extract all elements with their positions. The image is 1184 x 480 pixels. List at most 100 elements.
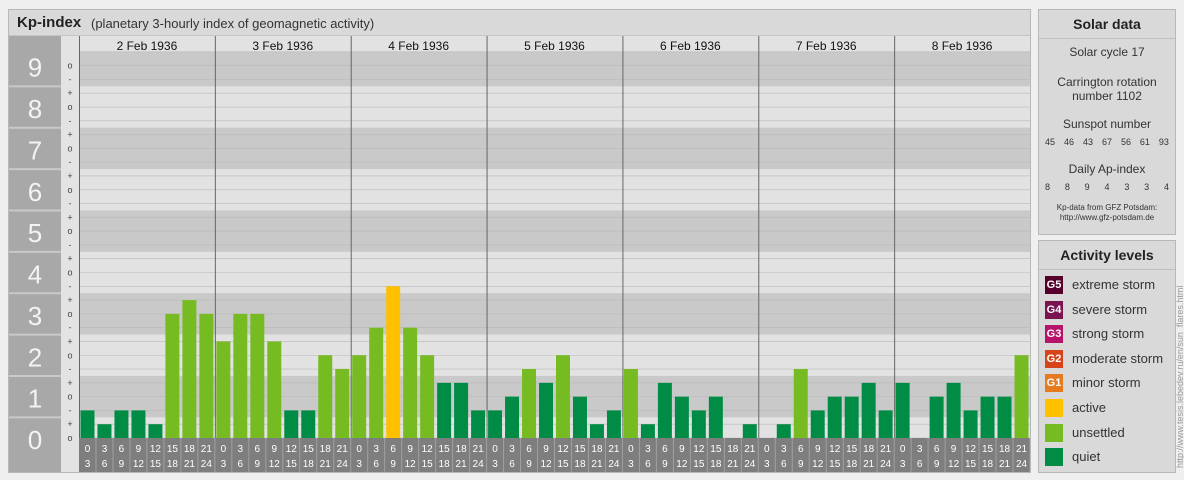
legend-swatch	[1045, 399, 1063, 417]
legend-label: unsettled	[1072, 424, 1125, 440]
x-interval-start: 12	[150, 444, 162, 455]
x-interval-end: 9	[934, 459, 940, 470]
y-tick-label: 6	[28, 177, 42, 207]
y-minor-mark: o	[67, 350, 72, 360]
x-interval-start: 3	[509, 444, 515, 455]
x-interval-end: 12	[133, 459, 145, 470]
kp-bar	[505, 396, 520, 438]
x-interval-end: 18	[303, 459, 315, 470]
x-interval-end: 15	[965, 459, 977, 470]
sunspot-title: Sunspot number	[1062, 117, 1152, 131]
sunspot-value: 45	[1045, 137, 1056, 147]
x-interval-end: 15	[422, 459, 434, 470]
kp-bar	[199, 313, 214, 438]
x-interval-start: 21	[473, 444, 485, 455]
x-interval-end: 9	[255, 459, 261, 470]
kp-bar	[267, 341, 282, 438]
kp-bar	[420, 355, 435, 438]
kp-bar	[318, 355, 333, 438]
day-label: 7 Feb 1936	[796, 39, 857, 53]
ap-values: 8 8 9 4 3 3 4	[1045, 182, 1169, 192]
x-interval-start: 12	[557, 444, 569, 455]
x-interval-start: 3	[917, 444, 923, 455]
kp-bar	[776, 424, 791, 438]
x-interval-start: 12	[422, 444, 434, 455]
activity-levels-panel: Activity levels G5 extreme storm G4 severe …	[1038, 240, 1176, 473]
x-interval-start: 3	[645, 444, 651, 455]
y-minor-mark: -	[69, 405, 72, 415]
x-interval-start: 18	[727, 444, 739, 455]
x-interval-start: 18	[184, 444, 196, 455]
x-interval-start: 9	[136, 444, 142, 455]
kp-bar	[844, 396, 859, 438]
x-interval-end: 18	[574, 459, 586, 470]
y-tick-label: 1	[28, 384, 42, 414]
x-interval-start: 15	[167, 444, 179, 455]
x-interval-end: 9	[662, 459, 668, 470]
x-interval-end: 12	[540, 459, 552, 470]
x-interval-end: 21	[863, 459, 875, 470]
x-interval-end: 12	[405, 459, 417, 470]
legend-swatch: G1	[1045, 374, 1063, 393]
ap-index-title: Daily Ap-index	[1068, 162, 1146, 176]
kp-bar	[810, 410, 825, 438]
y-minor-mark: +	[67, 378, 72, 388]
x-interval-start: 6	[798, 444, 804, 455]
y-tick-label: 5	[28, 218, 42, 248]
y-minor-mark: +	[67, 212, 72, 222]
kp-bar	[284, 410, 299, 438]
x-interval-end: 12	[812, 459, 824, 470]
y-minor-mark: -	[69, 199, 72, 209]
x-interval-end: 24	[473, 459, 485, 470]
y-minor-mark: -	[69, 364, 72, 374]
legend-label: minor storm	[1072, 375, 1141, 391]
x-interval-end: 3	[356, 459, 362, 470]
x-interval-start: 21	[608, 444, 620, 455]
kp-bar	[301, 410, 316, 438]
activity-levels-title: Activity levels	[1060, 247, 1154, 263]
x-interval-end: 3	[628, 459, 634, 470]
x-interval-start: 15	[846, 444, 858, 455]
x-interval-start: 9	[543, 444, 549, 455]
legend-label: active	[1072, 400, 1106, 415]
x-interval-start: 18	[591, 444, 603, 455]
x-interval-end: 15	[829, 459, 841, 470]
x-interval-start: 21	[880, 444, 892, 455]
kp-bar	[216, 341, 231, 438]
x-interval-start: 9	[679, 444, 685, 455]
x-interval-end: 6	[102, 459, 108, 470]
legend-item: active	[1045, 398, 1173, 418]
legend-label: extreme storm	[1072, 277, 1156, 292]
day-label: 4 Feb 1936	[388, 39, 449, 53]
kp-bar	[589, 424, 604, 438]
y-minor-mark: -	[69, 74, 72, 84]
kp-bar	[556, 355, 570, 438]
x-interval-end: 24	[337, 459, 349, 470]
x-interval-end: 3	[900, 459, 906, 470]
x-interval-start: 3	[781, 444, 787, 455]
kp-bar	[165, 313, 180, 438]
y-tick-label: 8	[28, 94, 42, 124]
kp-bar	[623, 369, 638, 438]
x-interval-start: 12	[829, 444, 841, 455]
legend-swatch: G2	[1045, 349, 1063, 368]
legend-item: G4 severe storm	[1045, 300, 1173, 320]
x-interval-end: 3	[492, 459, 498, 470]
kp-bar	[878, 410, 893, 438]
x-interval-start: 0	[356, 444, 362, 455]
x-interval-start: 21	[744, 444, 756, 455]
legend-item: G1 minor storm	[1045, 373, 1173, 393]
x-interval-start: 6	[662, 444, 668, 455]
legend-item: G3 strong storm	[1045, 324, 1173, 344]
legend-swatch	[1045, 448, 1063, 467]
sunspot-value: 46	[1063, 137, 1074, 147]
credit-link[interactable]: http://www.gfz-potsdam.de	[1039, 213, 1175, 222]
y-minor-mark: -	[69, 281, 72, 291]
kp-bar-chart: 0123456789o+-o+-o+-o+-o+-o+-o+-o+-o+-o2 …	[9, 36, 1030, 472]
ap-value: 3	[1124, 182, 1130, 192]
x-interval-start: 21	[337, 444, 349, 455]
ap-value: 4	[1104, 182, 1110, 192]
x-interval-end: 15	[693, 459, 705, 470]
y-minor-mark: +	[67, 254, 72, 264]
sunspot-value: 61	[1139, 137, 1150, 147]
